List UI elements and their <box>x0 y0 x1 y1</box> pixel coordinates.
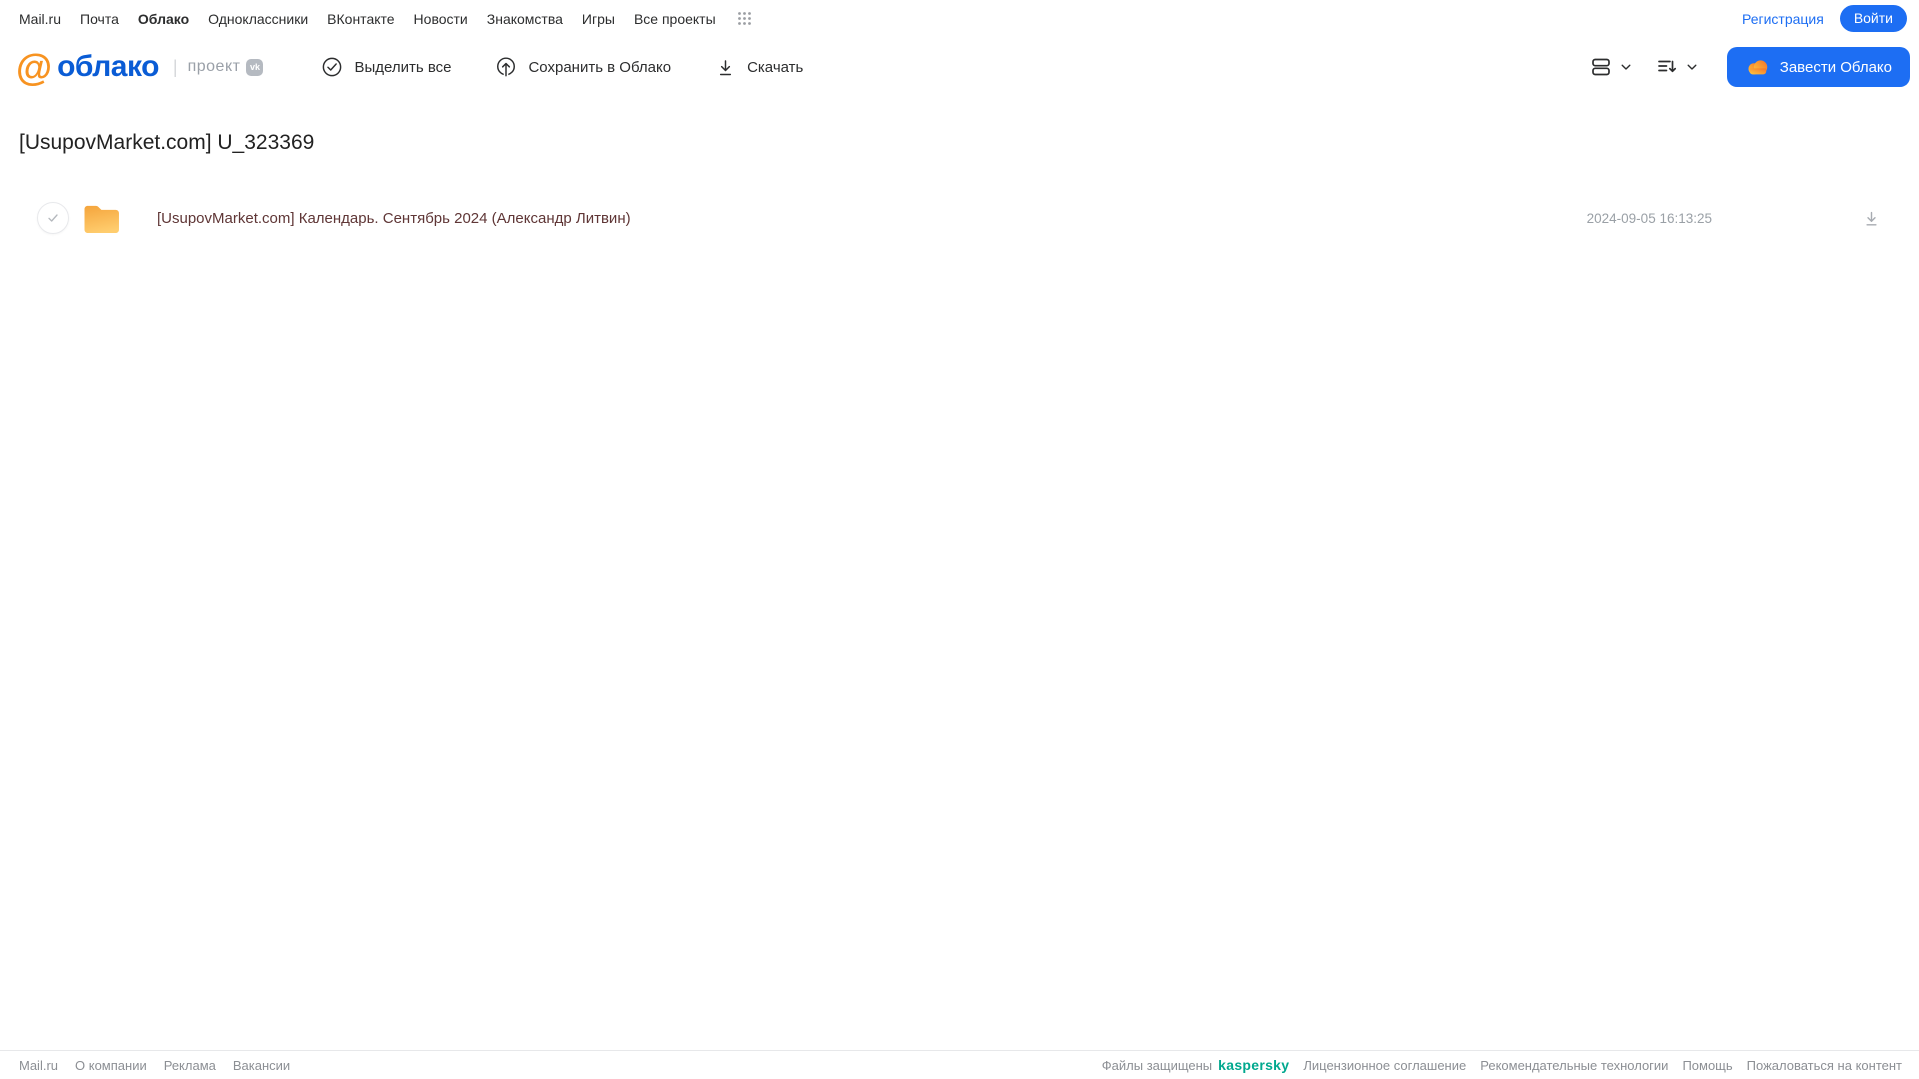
folder-icon[interactable] <box>82 202 121 235</box>
footer-link-recommendation-tech[interactable]: Рекомендательные технологии <box>1480 1058 1668 1073</box>
download-all-button[interactable]: Скачать <box>715 57 803 78</box>
topnav-link-igry[interactable]: Игры <box>582 11 615 27</box>
create-cloud-button[interactable]: Завести Облако <box>1726 47 1910 87</box>
topnav-link-all-projects[interactable]: Все проекты <box>634 11 716 27</box>
file-checkbox[interactable] <box>37 202 69 234</box>
footer-right-links: Файлы защищены kaspersky Лицензионное со… <box>1102 1057 1902 1073</box>
protected-label: Файлы защищены <box>1101 1057 1213 1073</box>
sort-icon <box>1655 55 1679 79</box>
portal-topbar: Mail.ru Почта Облако Одноклассники ВКонт… <box>0 0 1919 37</box>
cloud-icon <box>1745 57 1770 78</box>
footer-link-license[interactable]: Лицензионное соглашение <box>1303 1058 1466 1073</box>
select-all-label: Выделить все <box>354 58 452 76</box>
file-modified-date: 2024-09-05 16:13:25 <box>1586 210 1712 226</box>
footer-left-links: Mail.ru О компании Реклама Вакансии <box>19 1058 290 1073</box>
chevron-down-icon <box>1619 60 1633 74</box>
cloud-header: @ облако | проект vk Выделить все Сохран… <box>0 37 1919 97</box>
registration-link[interactable]: Регистрация <box>1742 11 1824 27</box>
list-view-icon <box>1589 55 1613 79</box>
footer-link-help[interactable]: Помощь <box>1682 1058 1732 1073</box>
footer: Mail.ru О компании Реклама Вакансии Файл… <box>0 1050 1919 1079</box>
save-to-cloud-label: Сохранить в Облако <box>528 58 672 76</box>
file-toolbar: Выделить все Сохранить в Облако Скачать <box>321 56 803 78</box>
topnav-link-znakomstva[interactable]: Знакомства <box>487 11 563 27</box>
portal-nav: Mail.ru Почта Облако Одноклассники ВКонт… <box>19 11 752 27</box>
topnav-link-mailru[interactable]: Mail.ru <box>19 11 61 27</box>
download-icon <box>715 57 736 78</box>
folder-name-link[interactable]: [UsupovMarket.com] Календарь. Сентябрь 2… <box>157 210 631 227</box>
vk-logo-icon: vk <box>246 58 264 76</box>
topnav-link-vkontakte[interactable]: ВКонтакте <box>327 11 394 27</box>
mailru-at-icon: @ <box>16 46 53 88</box>
chevron-down-icon <box>1685 60 1699 74</box>
download-all-label: Скачать <box>747 58 804 76</box>
footer-link-jobs[interactable]: Вакансии <box>233 1058 290 1073</box>
file-row[interactable]: [UsupovMarket.com] Календарь. Сентябрь 2… <box>0 195 1919 241</box>
header-right-controls: Завести Облако <box>1589 47 1910 87</box>
sort-dropdown[interactable] <box>1655 55 1699 79</box>
cloud-brand-text: облако <box>57 50 159 83</box>
save-to-cloud-button[interactable]: Сохранить в Облако <box>495 56 671 78</box>
logo-divider: | <box>172 56 178 77</box>
topbar-auth: Регистрация Войти <box>1742 5 1907 32</box>
checkmark-icon <box>45 210 61 226</box>
project-label: проект <box>187 58 241 75</box>
footer-link-about[interactable]: О компании <box>75 1058 147 1073</box>
page-title: [UsupovMarket.com] U_323369 <box>19 131 315 154</box>
footer-link-ads[interactable]: Реклама <box>164 1058 216 1073</box>
row-download-button[interactable] <box>1862 209 1881 228</box>
select-all-button[interactable]: Выделить все <box>321 56 451 78</box>
login-button[interactable]: Войти <box>1839 5 1907 32</box>
footer-link-mailru[interactable]: Mail.ru <box>19 1058 58 1073</box>
kaspersky-logo[interactable]: kaspersky <box>1218 1057 1289 1073</box>
topnav-link-pochta[interactable]: Почта <box>80 11 119 27</box>
cloud-upload-icon <box>495 56 517 78</box>
check-circle-icon <box>321 56 343 78</box>
apps-grid-icon[interactable] <box>737 11 752 26</box>
download-icon <box>1862 209 1881 228</box>
create-cloud-label: Завести Облако <box>1779 58 1892 76</box>
kaspersky-protection: Файлы защищены kaspersky <box>1102 1057 1290 1073</box>
topnav-link-oblako[interactable]: Облако <box>138 11 189 27</box>
topnav-link-novosti[interactable]: Новости <box>414 11 468 27</box>
cloud-logo[interactable]: @ облако | проект vk <box>16 46 264 88</box>
view-mode-dropdown[interactable] <box>1589 55 1633 79</box>
footer-link-report-content[interactable]: Пожаловаться на контент <box>1747 1058 1902 1073</box>
topnav-link-odnoklassniki[interactable]: Одноклассники <box>208 11 308 27</box>
